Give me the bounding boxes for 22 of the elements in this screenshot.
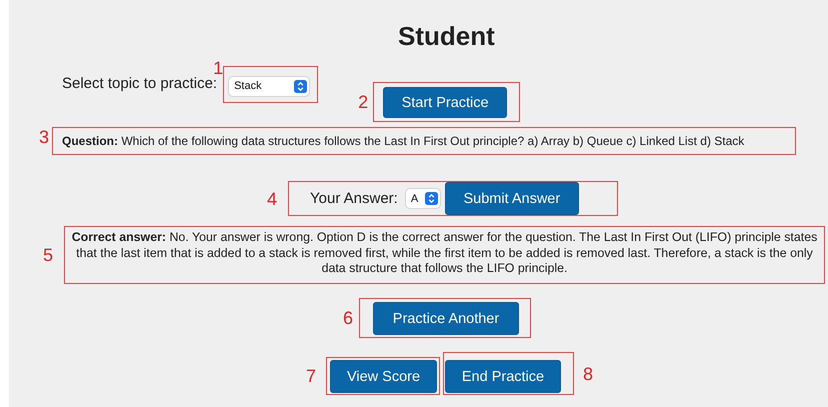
annotation-number: 8 xyxy=(582,364,593,382)
page-title: Student xyxy=(397,20,495,52)
action-button[interactable]: Practice Another xyxy=(373,302,519,335)
stepper-icon xyxy=(294,80,308,92)
stepper-icon xyxy=(424,192,438,205)
start-practice-button[interactable]: Start Practice xyxy=(383,87,508,118)
annotation-number: 3 xyxy=(39,128,50,146)
annotation-number: 1 xyxy=(213,59,224,77)
annotation-number: 2 xyxy=(358,93,368,111)
topic-select[interactable]: Stack xyxy=(229,76,310,96)
submit-answer-button[interactable]: Submit Answer xyxy=(444,182,579,215)
annotation-number: 5 xyxy=(43,246,54,264)
topic-label: Select topic to practice: xyxy=(62,75,218,92)
answer-select[interactable]: A xyxy=(406,189,440,208)
annotation-number: 7 xyxy=(306,367,316,385)
annotation-number: 4 xyxy=(267,190,278,208)
annotation-number: 6 xyxy=(343,309,354,327)
question-text: Question: Which of the following data structures follows the Last In First Out principle? a) Array b) Queue c) Linked List d) Stack xyxy=(62,134,744,148)
feedback-text: Correct answer: No. Your answer is wrong. Option D is the correct answer for the question. The Last In First Out (LIFO) principle states that the last item that is added to a stack is removed first, while the first item to be added is removed last. Therefore, a stack is the only data structure that follows the LIFO principle. xyxy=(70,230,818,276)
answer-label: Your Answer: xyxy=(310,190,398,207)
action-button[interactable]: View Score xyxy=(330,360,437,393)
action-button[interactable]: End Practice xyxy=(445,360,561,393)
